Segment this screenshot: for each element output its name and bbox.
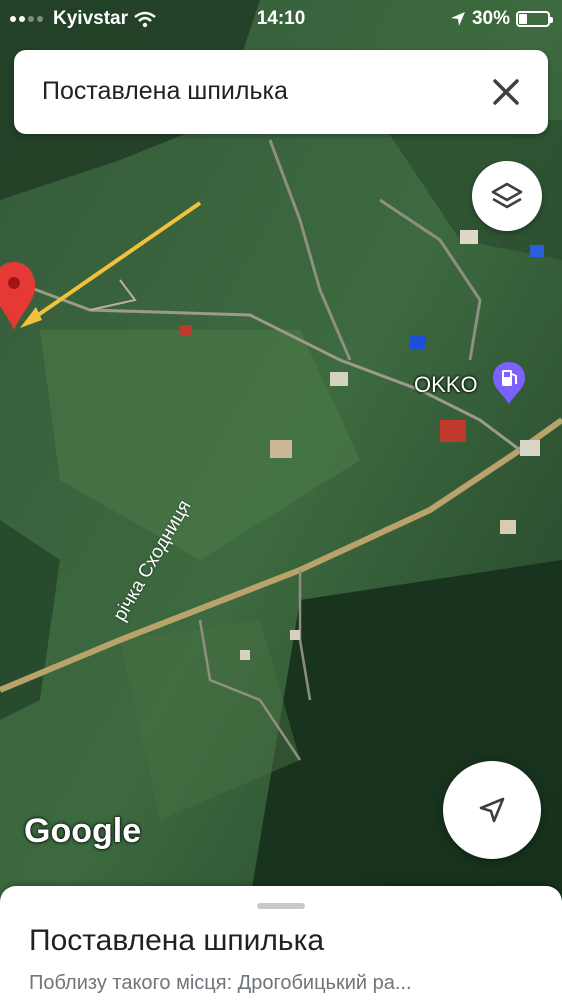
gas-station-icon[interactable] bbox=[491, 360, 527, 406]
place-title: Поставлена шпилька bbox=[29, 924, 325, 957]
battery-level-fill bbox=[519, 14, 527, 24]
close-icon[interactable] bbox=[486, 72, 526, 112]
status-right-group: 30% bbox=[450, 8, 553, 30]
drag-handle[interactable] bbox=[257, 903, 305, 909]
status-bar: Kyivstar 14:10 30% bbox=[0, 0, 562, 38]
place-subtitle: Поблизу такого місця: Дрогобицький ра... bbox=[29, 972, 412, 994]
my-location-button[interactable] bbox=[443, 761, 541, 859]
battery-percent: 30% bbox=[471, 8, 510, 29]
battery-icon bbox=[516, 11, 553, 27]
place-bottom-sheet[interactable]: Поставлена шпилька Поблизу такого місця:… bbox=[0, 886, 562, 1000]
navigation-arrow-icon bbox=[479, 797, 505, 823]
google-logo: Google bbox=[24, 812, 142, 850]
layers-icon bbox=[491, 182, 523, 209]
search-bar[interactable]: Поставлена шпилька bbox=[14, 50, 548, 134]
layers-button[interactable] bbox=[472, 161, 542, 231]
location-services-icon bbox=[450, 12, 465, 26]
search-bar-title: Поставлена шпилька bbox=[42, 77, 288, 105]
poi-label[interactable]: OKKO bbox=[414, 372, 478, 398]
